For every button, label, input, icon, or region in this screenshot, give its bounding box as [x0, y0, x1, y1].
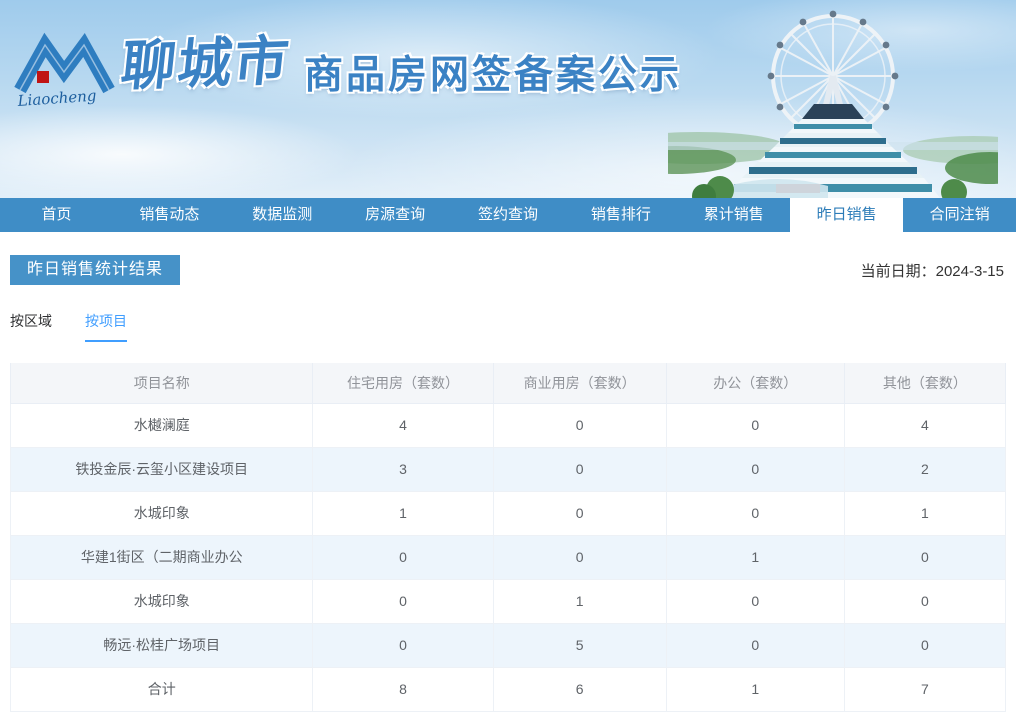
nav-item-link[interactable]: 房源查询 [339, 198, 452, 232]
tab-active[interactable]: 按项目 [85, 311, 127, 342]
banner-site-title: 商品房网签备案公示 [304, 54, 683, 97]
project-name-cell: 水樾澜庭 [9, 402, 314, 448]
count-cell: 0 [665, 578, 845, 624]
project-name-cell: 水城印象 [9, 578, 314, 624]
table-row: 水城印象 1 0 0 1 [9, 490, 1007, 536]
nav-item-link[interactable]: 签约查询 [452, 198, 565, 232]
count-cell: 0 [665, 622, 845, 668]
column-header: 项目名称 [9, 363, 314, 404]
current-date-value: 2024-3-15 [935, 262, 1004, 280]
count-cell: 0 [843, 534, 1007, 580]
count-cell: 8 [312, 666, 494, 712]
logo-wordmark: Liaocheng [16, 87, 97, 111]
table-header: 项目名称 住宅用房（套数） 商业用房（套数） 办公（套数） 其他（套数） [9, 363, 1007, 404]
table-row: 畅远·松桂广场项目 0 5 0 0 [9, 622, 1007, 668]
main-content: 昨日销售统计结果 当前日期：2024-3-15 按区域 按项目 项目名称 住宅用房（… [0, 255, 1016, 712]
column-header: 其他（套数） [843, 363, 1007, 404]
banner-city-name: 聊城市 [118, 28, 294, 98]
table-row: 水城印象 0 1 0 0 [9, 578, 1007, 624]
liaocheng-logo-icon: Liaocheng [14, 32, 115, 111]
count-cell: 2 [843, 446, 1007, 492]
nav-item-link[interactable]: 销售动态 [113, 198, 226, 232]
count-cell: 1 [843, 490, 1007, 536]
current-date-label: 当前日期： [860, 262, 936, 280]
current-date: 当前日期：2024-3-15 [861, 260, 1006, 281]
project-name-cell: 畅远·松桂广场项目 [9, 622, 314, 668]
nav-item-active[interactable]: 昨日销售 [790, 198, 904, 232]
count-cell: 0 [492, 446, 667, 492]
count-cell: 0 [492, 402, 667, 448]
site-banner: Liaocheng 聊城市 商品房网签备案公示 [0, 0, 1016, 198]
nav-item-link[interactable]: 数据监测 [226, 198, 339, 232]
count-cell: 0 [312, 534, 494, 580]
view-tabs: 按区域 按项目 [10, 311, 1006, 342]
count-cell: 0 [312, 622, 494, 668]
count-cell: 5 [492, 622, 667, 668]
count-cell: 0 [492, 490, 667, 536]
table-row: 合计 8 6 1 7 [9, 666, 1007, 712]
main-nav: 首页 销售动态 数据监测 房源查询 签约查询 销售排行 累计销售 昨日销售 合同注销 [0, 198, 1016, 232]
nav-item-link[interactable]: 累计销售 [677, 198, 790, 232]
table-row: 铁投金辰·云玺小区建设项目 3 0 0 2 [9, 446, 1007, 492]
table-row: 华建1街区（二期商业办公 0 0 1 0 [9, 534, 1007, 580]
page: Liaocheng 聊城市 商品房网签备案公示 首页 销售动态 数据监测 房源查… [0, 0, 1016, 712]
project-name-cell: 铁投金辰·云玺小区建设项目 [9, 446, 314, 492]
nav-item-link[interactable]: 销售排行 [564, 198, 677, 232]
count-cell: 3 [312, 446, 494, 492]
count-cell: 0 [843, 622, 1007, 668]
count-cell: 6 [492, 666, 667, 712]
count-cell: 1 [492, 578, 667, 624]
table-row: 水樾澜庭 4 0 0 4 [9, 402, 1007, 448]
count-cell: 0 [492, 534, 667, 580]
count-cell: 4 [843, 402, 1007, 448]
column-header: 住宅用房（套数） [312, 363, 494, 404]
table-body: 水樾澜庭 4 0 0 4 铁投金辰·云玺小区建设项目 3 0 0 2 水城印象 1 0 0 1 华建1街区（二… [9, 402, 1007, 712]
sales-stats-table: 项目名称 住宅用房（套数） 商业用房（套数） 办公（套数） 其他（套数） 水樾澜庭 4 0 0… [9, 363, 1007, 712]
column-header: 商业用房（套数） [492, 363, 667, 404]
count-cell: 0 [665, 402, 845, 448]
count-cell: 0 [665, 490, 845, 536]
tab[interactable]: 按区域 [10, 311, 52, 342]
landmark-ferris-wheel-image [668, 10, 998, 198]
count-cell: 7 [843, 666, 1007, 712]
project-name-cell: 合计 [9, 666, 314, 712]
count-cell: 4 [312, 402, 494, 448]
count-cell: 0 [665, 446, 845, 492]
site-brand: Liaocheng 聊城市 商品房网签备案公示 [14, 28, 682, 114]
count-cell: 0 [312, 578, 494, 624]
count-cell: 1 [665, 666, 845, 712]
nav-item-link[interactable]: 首页 [0, 198, 113, 232]
section-title-badge: 昨日销售统计结果 [10, 255, 181, 285]
project-name-cell: 华建1街区（二期商业办公 [9, 534, 314, 580]
section-header: 昨日销售统计结果 当前日期：2024-3-15 [10, 255, 1006, 285]
nav-item-link[interactable]: 合同注销 [903, 198, 1016, 232]
column-header: 办公（套数） [665, 363, 845, 404]
count-cell: 1 [312, 490, 494, 536]
count-cell: 1 [665, 534, 845, 580]
count-cell: 0 [843, 578, 1007, 624]
project-name-cell: 水城印象 [9, 490, 314, 536]
